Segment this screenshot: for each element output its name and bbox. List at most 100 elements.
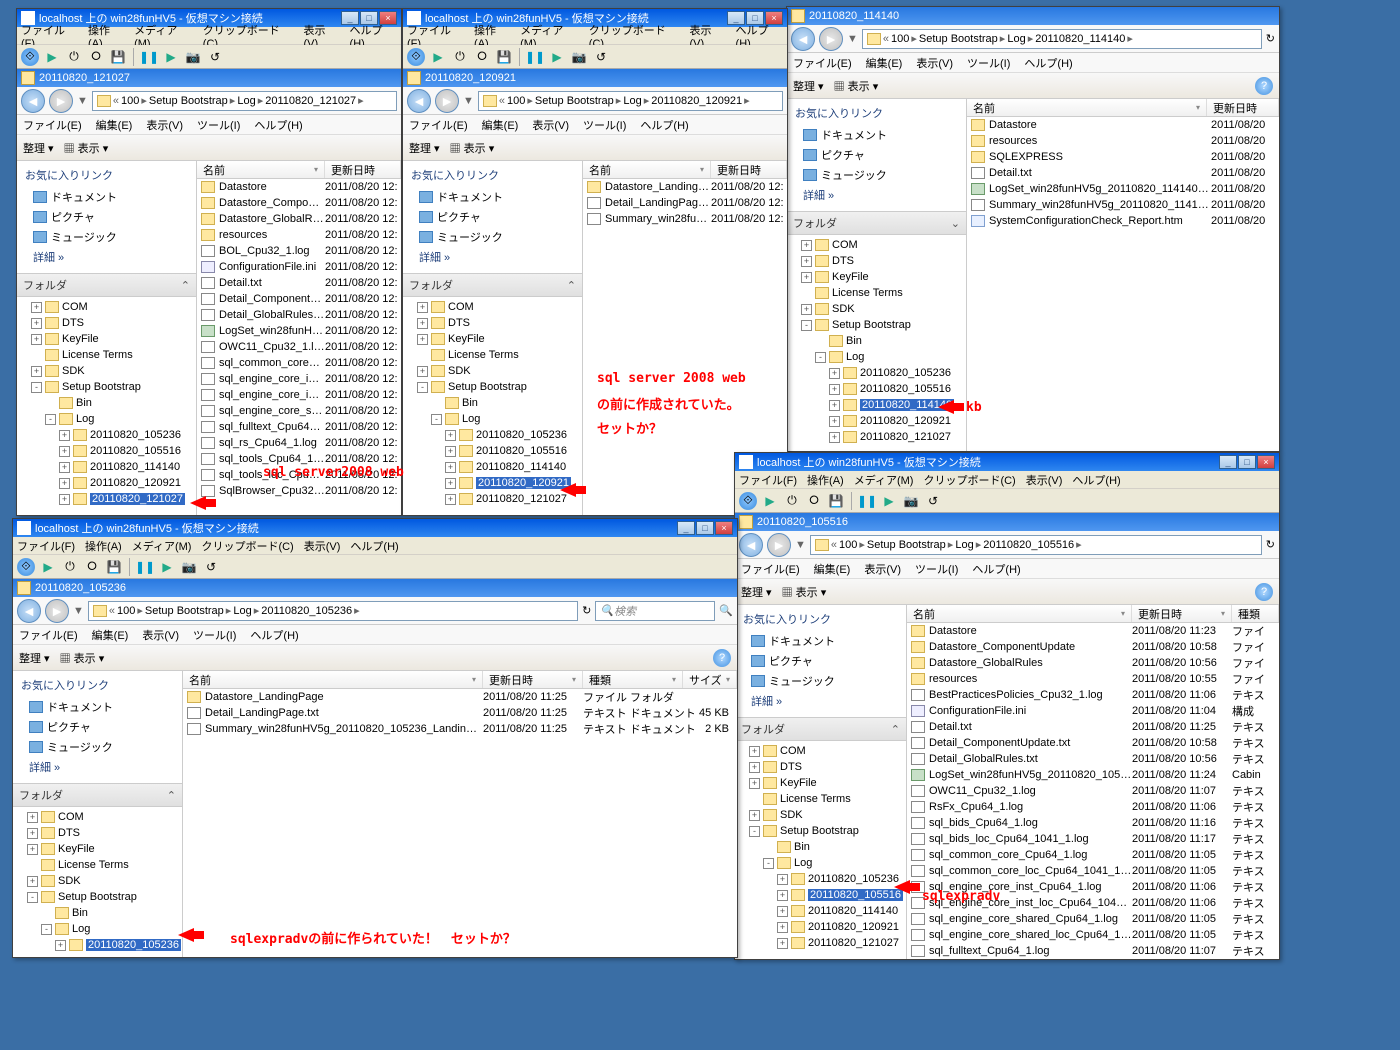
file-row[interactable]: Summary_win28funH...2011/08/20 12:	[583, 211, 787, 227]
tree-item[interactable]: +KeyFile	[17, 331, 196, 347]
folder-tree[interactable]: +COM+DTS+KeyFileLicense Terms+SDK-Setup …	[787, 235, 966, 451]
fav-documents[interactable]: ドキュメント	[795, 125, 958, 145]
tree-item[interactable]: -Setup Bootstrap	[17, 379, 196, 395]
shutdown-icon[interactable]: ⭘	[87, 48, 105, 66]
tree-item[interactable]: Bin	[403, 395, 582, 411]
file-row[interactable]: sql_fulltext_Cpu64_1.l...2011/08/20 12:	[197, 419, 401, 435]
file-row[interactable]: sql_engine_core_shared_loc_Cpu64_1041_1.…	[907, 927, 1279, 943]
save-icon[interactable]: 💾	[109, 48, 127, 66]
tree-item[interactable]: Bin	[735, 839, 906, 855]
tree-item[interactable]: -Setup Bootstrap	[13, 889, 182, 905]
tree-item[interactable]: -Log	[735, 855, 906, 871]
file-row[interactable]: Datastore_LandingPage2011/08/20 11:25ファイ…	[183, 689, 737, 705]
file-row[interactable]: Detail_LandingPage.t...2011/08/20 12:	[583, 195, 787, 211]
file-row[interactable]: RsFx_Cpu64_1.log2011/08/20 11:06テキス	[907, 799, 1279, 815]
tree-item[interactable]: +COM	[787, 237, 966, 253]
fav-pictures[interactable]: ピクチャ	[795, 145, 958, 165]
tree-item[interactable]: +KeyFile	[13, 841, 182, 857]
file-row[interactable]: resources2011/08/20 10:55ファイ	[907, 671, 1279, 687]
tree-item[interactable]: -Setup Bootstrap	[403, 379, 582, 395]
tree-item[interactable]: Bin	[787, 333, 966, 349]
breadcrumb[interactable]: « 100▸ Setup Bootstrap▸ Log▸ 20110820_12…	[92, 91, 397, 111]
file-row[interactable]: Datastore2011/08/20 12:	[197, 179, 401, 195]
file-row[interactable]: sql_bids_Cpu64_1.log2011/08/20 11:16テキス	[907, 815, 1279, 831]
tree-item[interactable]: +SDK	[735, 807, 906, 823]
tree-item[interactable]: +20110820_121027	[735, 935, 906, 951]
pause-icon[interactable]: ❚❚	[140, 48, 158, 66]
tree-item[interactable]: +SDK	[787, 301, 966, 317]
explorer-titlebar[interactable]: 20110820_121027	[17, 69, 401, 87]
file-row[interactable]: sql_engine_core_inst_...2011/08/20 12:	[197, 371, 401, 387]
file-row[interactable]: Detail.txt2011/08/20	[967, 165, 1279, 181]
tree-item[interactable]: License Terms	[403, 347, 582, 363]
file-row[interactable]: Summary_win28funHV5g_20110820_105236_Lan…	[183, 721, 737, 737]
nav-back[interactable]: ◄	[791, 27, 815, 51]
refresh-icon[interactable]: ↻	[1266, 32, 1275, 45]
organize-button[interactable]: 整理 ▾	[793, 78, 824, 94]
views-button[interactable]: ▦ 表示 ▾	[834, 78, 879, 94]
file-row[interactable]: Detail_ComponentUpdate.txt2011/08/20 10:…	[907, 735, 1279, 751]
file-row[interactable]: sql_common_core_loc...2011/08/20 12:	[197, 355, 401, 371]
tree-item[interactable]: +20110820_121027	[787, 429, 966, 445]
explorer-menubar[interactable]: ファイル(E)編集(E)表示(V)ツール(I)ヘルプ(H)	[787, 53, 1279, 73]
file-row[interactable]: LogSet_win28funHV5g_20110820_105516.cab2…	[907, 767, 1279, 783]
file-row[interactable]: LogSet_win28funHV5g_20110820_114140.cab2…	[967, 181, 1279, 197]
tree-item[interactable]: +DTS	[735, 759, 906, 775]
tree-item[interactable]: +20110820_114140	[17, 459, 196, 475]
file-row[interactable]: Detail.txt2011/08/20 12:	[197, 275, 401, 291]
organize-button[interactable]: 整理 ▾	[23, 140, 54, 156]
tree-item[interactable]: +20110820_105236	[403, 427, 582, 443]
file-row[interactable]: LogSet_win28funHV5...2011/08/20 12:	[197, 323, 401, 339]
tree-item[interactable]: -Setup Bootstrap	[787, 317, 966, 333]
tree-item[interactable]: License Terms	[735, 791, 906, 807]
tree-item[interactable]: +20110820_120921	[403, 475, 582, 491]
file-row[interactable]: Datastore_GlobalRul...2011/08/20 12:	[197, 211, 401, 227]
tree-item[interactable]: +20110820_105516	[17, 443, 196, 459]
file-row[interactable]: OWC11_Cpu32_1.log2011/08/20 12:	[197, 339, 401, 355]
file-row[interactable]: Datastore_ComponentUpdate2011/08/20 10:5…	[907, 639, 1279, 655]
tree-item[interactable]: -Log	[787, 349, 966, 365]
tree-item[interactable]: License Terms	[13, 857, 182, 873]
tree-item[interactable]: +COM	[735, 743, 906, 759]
file-row[interactable]: OWC11_Cpu32_1.log2011/08/20 11:07テキス	[907, 783, 1279, 799]
tree-item[interactable]: +20110820_120921	[17, 475, 196, 491]
file-row[interactable]: resources2011/08/20 12:	[197, 227, 401, 243]
file-row[interactable]: BOL_Cpu32_1.log2011/08/20 12:	[197, 243, 401, 259]
file-row[interactable]: Detail_LandingPage.txt2011/08/20 11:25テキ…	[183, 705, 737, 721]
file-list[interactable]: Datastore2011/08/20resources2011/08/20SQ…	[967, 117, 1279, 451]
tree-item[interactable]: +20110820_105516	[403, 443, 582, 459]
file-row[interactable]: Datastore_LandingPa...2011/08/20 12:	[583, 179, 787, 195]
file-row[interactable]: sql_bids_loc_Cpu64_1041_1.log2011/08/20 …	[907, 831, 1279, 847]
file-row[interactable]: Detail_ComponentUp...2011/08/20 12:	[197, 291, 401, 307]
column-headers[interactable]: 名前▾ 更新日時	[967, 99, 1279, 117]
tree-item[interactable]: -Log	[13, 921, 182, 937]
explorer-menubar[interactable]: ファイル(E)編集(E)表示(V)ツール(I)ヘルプ(H)	[17, 115, 401, 135]
reset-icon[interactable]: ▶	[162, 48, 180, 66]
file-row[interactable]: Detail_GlobalRules.txt2011/08/20 12:	[197, 307, 401, 323]
ctrl-alt-del-icon[interactable]: ⟐	[21, 48, 39, 66]
tree-item[interactable]: +20110820_121027	[17, 491, 196, 507]
tree-item[interactable]: +KeyFile	[735, 775, 906, 791]
breadcrumb[interactable]: « 100▸ Setup Bootstrap▸ Log▸ 20110820_11…	[862, 29, 1262, 49]
file-row[interactable]: resources2011/08/20	[967, 133, 1279, 149]
tree-item[interactable]: +20110820_105516	[735, 887, 906, 903]
file-row[interactable]: BestPracticesPolicies_Cpu32_1.log2011/08…	[907, 687, 1279, 703]
file-row[interactable]: SystemConfigurationCheck_Report.htm2011/…	[967, 213, 1279, 229]
tree-item[interactable]: License Terms	[17, 347, 196, 363]
views-button[interactable]: ▦ 表示 ▾	[64, 140, 109, 156]
tree-item[interactable]: +COM	[13, 809, 182, 825]
nav-dropdown[interactable]: ▼	[847, 33, 858, 45]
file-row[interactable]: SQLEXPRESS2011/08/20	[967, 149, 1279, 165]
help-icon[interactable]: ?	[1255, 77, 1273, 95]
tree-item[interactable]: +20110820_105236	[735, 871, 906, 887]
turnoff-icon[interactable]: ⏻	[65, 48, 83, 66]
tree-item[interactable]: +DTS	[13, 825, 182, 841]
tree-item[interactable]: +DTS	[17, 315, 196, 331]
tree-item[interactable]: Bin	[13, 905, 182, 921]
tree-item[interactable]: -Log	[403, 411, 582, 427]
fav-more[interactable]: 詳細 »	[795, 185, 958, 205]
tree-item[interactable]: +20110820_121027	[403, 491, 582, 507]
file-row[interactable]: Detail_GlobalRules.txt2011/08/20 10:56テキ…	[907, 751, 1279, 767]
tree-item[interactable]: +20110820_105236	[13, 937, 182, 953]
file-row[interactable]: sql_fulltext_Cpu64_1.log2011/08/20 11:07…	[907, 943, 1279, 959]
